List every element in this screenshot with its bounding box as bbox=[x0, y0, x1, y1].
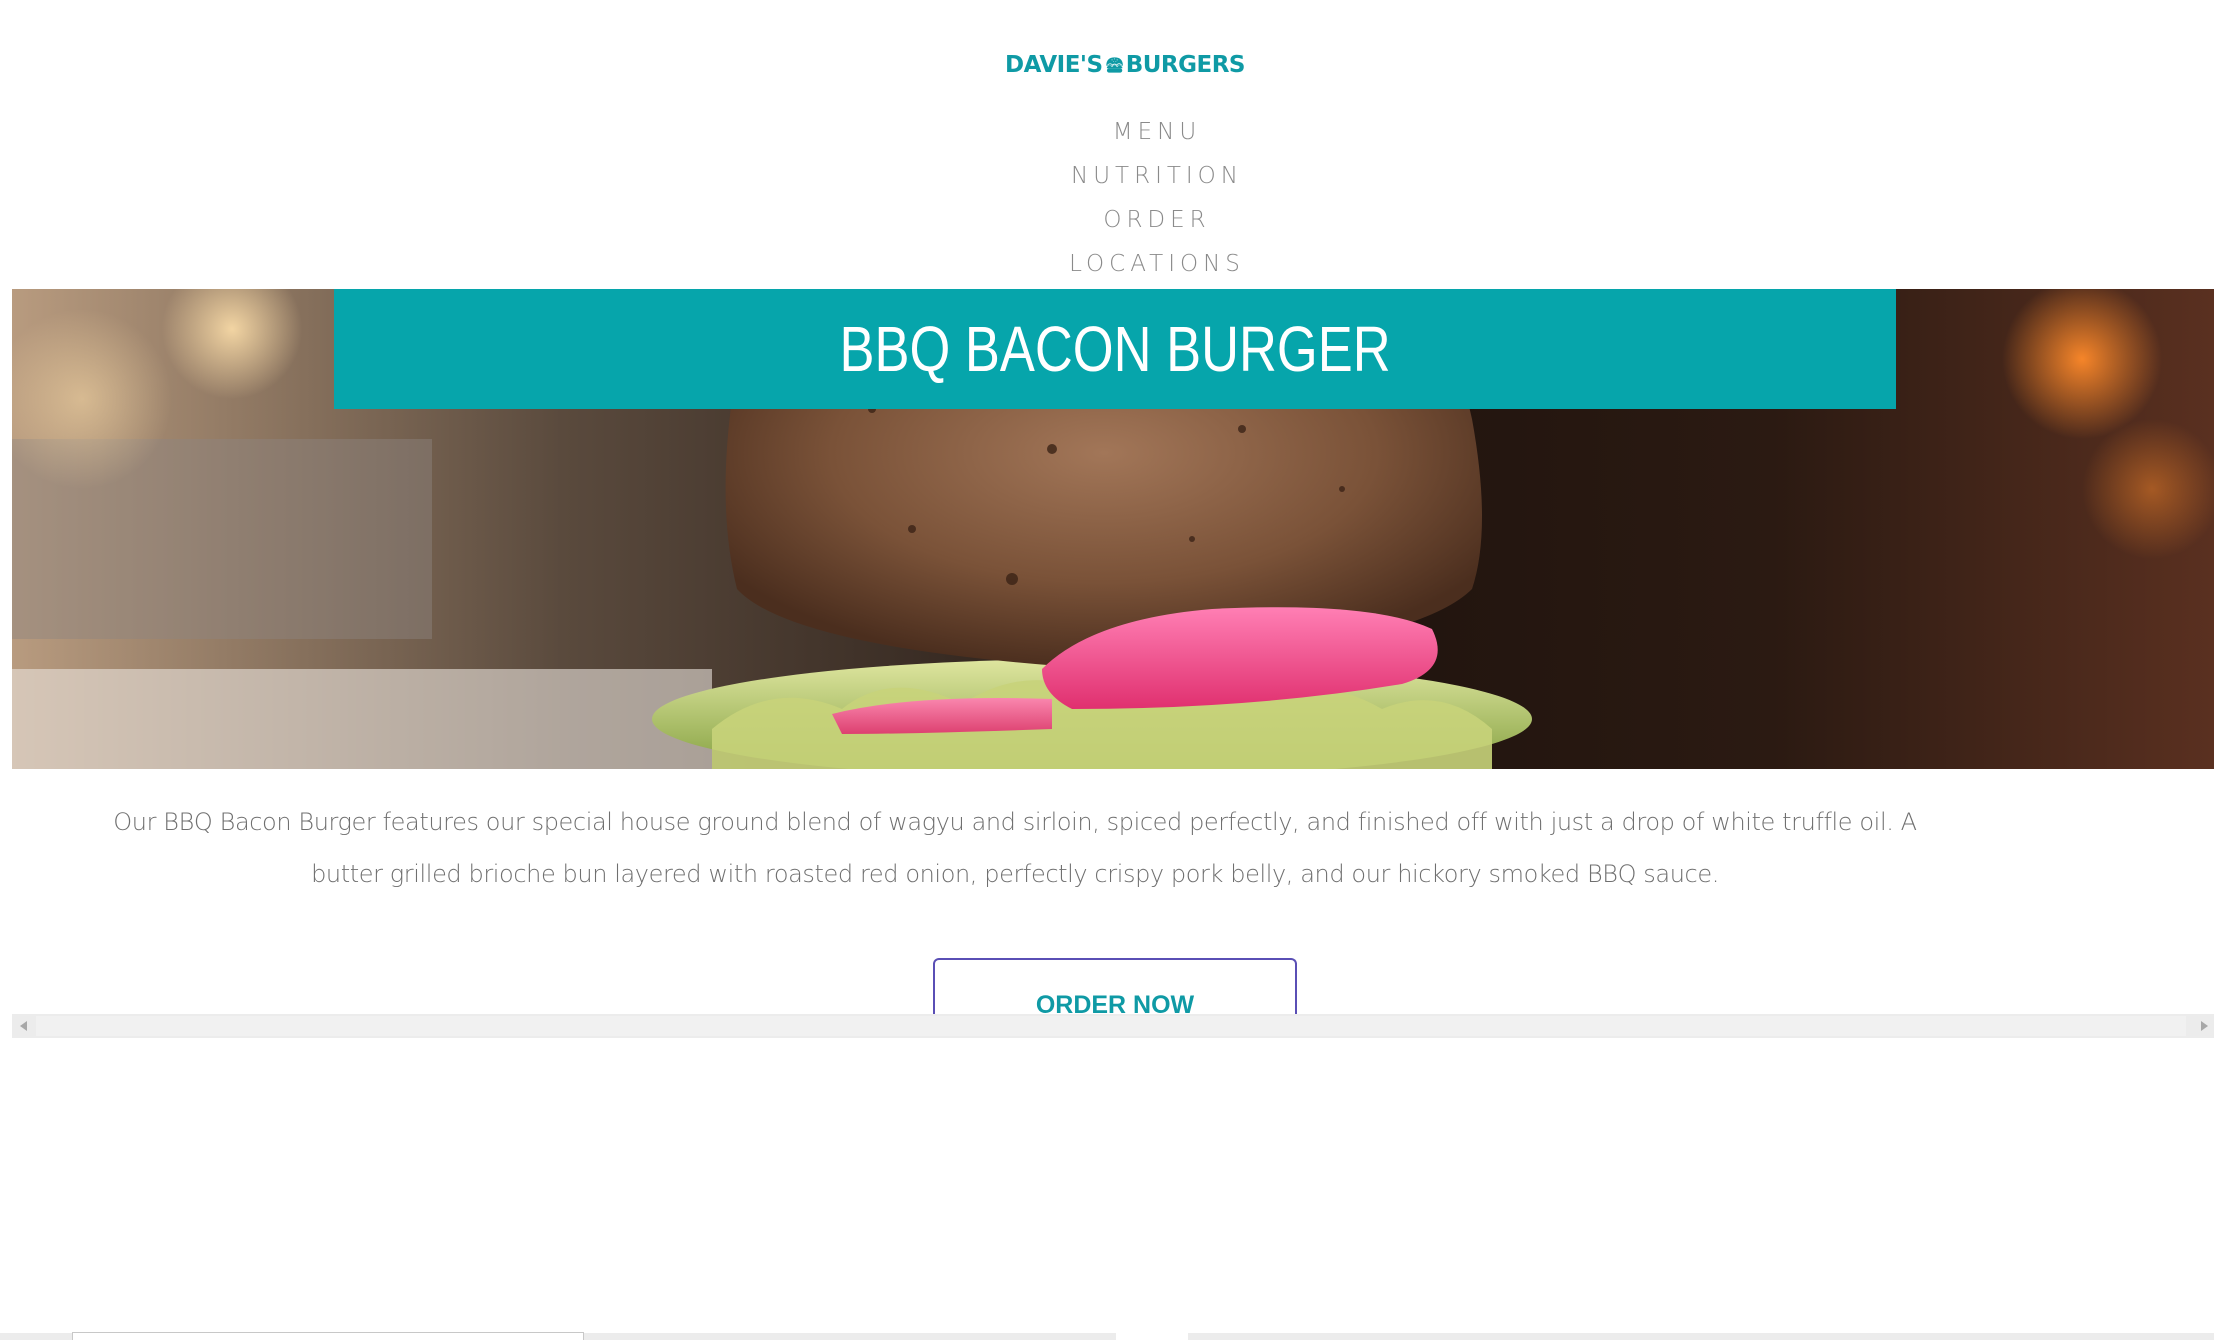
nav-item-nutrition[interactable]: NUTRITION bbox=[100, 154, 2214, 198]
nav-item-order[interactable]: ORDER bbox=[100, 198, 2214, 242]
scroll-right-icon[interactable] bbox=[2201, 1021, 2208, 1031]
logo-right-word: BURGERS bbox=[1125, 52, 1246, 78]
nav-item-locations[interactable]: LOCATIONS bbox=[100, 242, 2214, 286]
burger-description: Our BBQ Bacon Burger features our specia… bbox=[110, 796, 1920, 900]
description-line-2: butter grilled brioche bun layered with … bbox=[311, 860, 1719, 888]
scrollbar-thumb[interactable] bbox=[36, 1016, 2186, 1036]
horizontal-scrollbar[interactable] bbox=[12, 1014, 2214, 1038]
hero-title-bar: BBQ BACON BURGER bbox=[334, 289, 1896, 409]
scroll-left-icon[interactable] bbox=[20, 1021, 27, 1031]
order-now-button[interactable]: ORDER NOW bbox=[933, 958, 1297, 1016]
bottom-strip-right bbox=[1188, 1333, 2214, 1340]
bottom-strip-left bbox=[0, 1333, 72, 1340]
burger-bun-icon bbox=[1105, 57, 1123, 73]
main-nav: MENU NUTRITION ORDER LOCATIONS bbox=[0, 110, 2214, 286]
bottom-strip-middle bbox=[584, 1333, 1116, 1340]
bottom-input-box[interactable] bbox=[72, 1332, 584, 1340]
page-title: BBQ BACON BURGER bbox=[839, 313, 1391, 385]
nav-item-menu[interactable]: MENU bbox=[100, 110, 2214, 154]
site-logo[interactable]: DAVIE'S BURGERS bbox=[1005, 30, 1246, 100]
description-line-1: Our BBQ Bacon Burger features our specia… bbox=[113, 808, 1917, 836]
logo-left-word: DAVIE'S bbox=[1005, 52, 1103, 78]
